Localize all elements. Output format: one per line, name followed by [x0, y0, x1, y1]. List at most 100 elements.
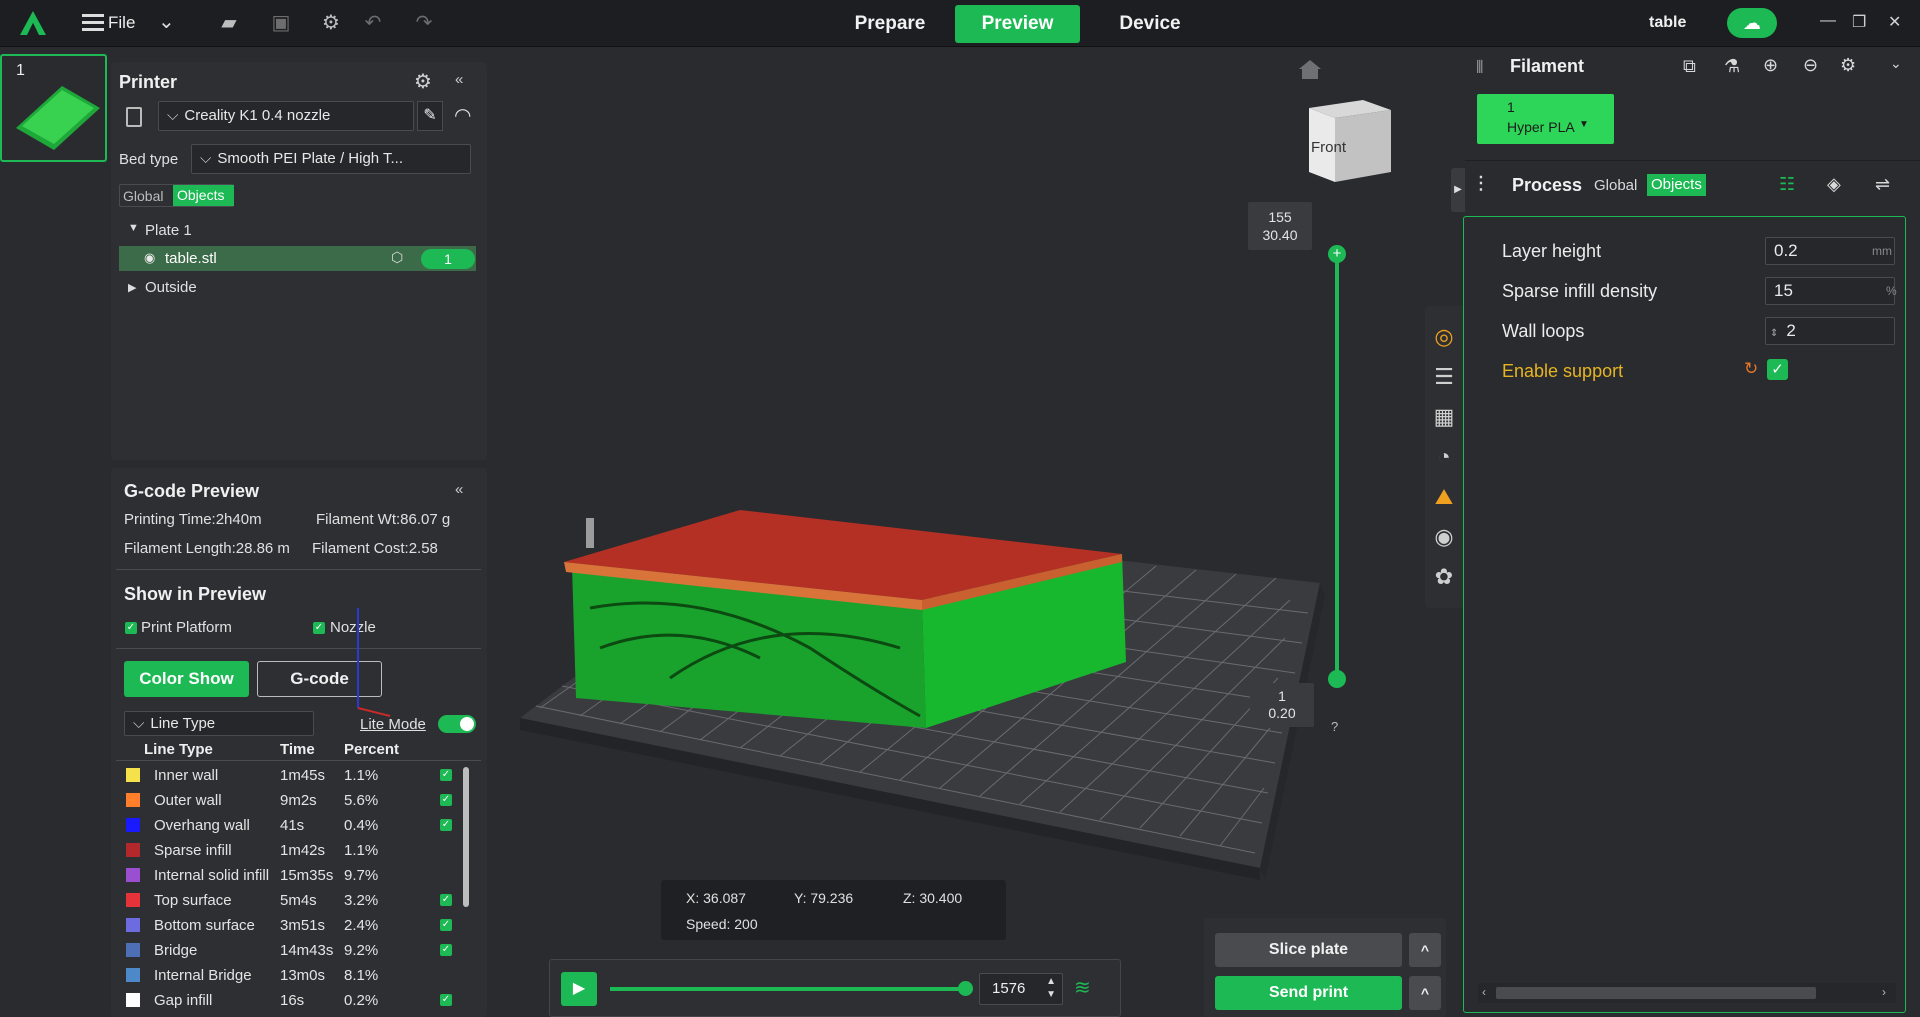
line-type-time: 41s — [280, 817, 305, 834]
undo-icon[interactable]: ↶ — [360, 10, 386, 36]
play-icon[interactable]: ▶ — [561, 972, 597, 1006]
flush-icon[interactable]: ⚗ — [1724, 56, 1740, 77]
color-show-button[interactable]: Color Show — [124, 661, 249, 697]
send-print-button[interactable]: Send print — [1215, 976, 1402, 1010]
line-type-name: Overhang wall — [154, 817, 250, 834]
layer-top-number: 155 — [1268, 209, 1292, 225]
tab-preview[interactable]: Preview — [955, 5, 1080, 43]
plate-node[interactable]: Plate 1 — [145, 222, 192, 239]
remove-filament-icon[interactable]: ⊖ — [1803, 55, 1818, 76]
cloud-upload-icon[interactable]: ☁ — [1727, 8, 1777, 38]
save-icon[interactable]: ▣ — [268, 10, 294, 36]
outside-node[interactable]: Outside — [145, 279, 197, 296]
filament-settings-icon[interactable]: ⚙ — [1840, 55, 1856, 76]
view-type-value: Line Type — [150, 715, 216, 732]
sync-filament-icon[interactable]: ⧉ — [1683, 56, 1696, 77]
view-type-select[interactable]: ⌵ Line Type — [124, 711, 314, 736]
grid-icon[interactable]: ▦ — [1428, 401, 1460, 433]
line-type-time: 16s — [280, 992, 305, 1009]
move-slider-handle[interactable] — [958, 981, 973, 996]
help-icon[interactable]: ? — [1331, 719, 1338, 734]
add-filament-icon[interactable]: ⊕ — [1763, 55, 1778, 76]
line-type-name: Inner wall — [154, 767, 219, 784]
infill-density-input[interactable]: 15% — [1765, 277, 1897, 305]
reset-icon[interactable]: ↻ — [1744, 359, 1758, 379]
support-icon[interactable]: ⛰ — [1428, 481, 1460, 513]
view-cube[interactable]: Front — [1305, 96, 1395, 186]
advanced-icon[interactable]: ⇌ — [1875, 174, 1890, 195]
expand-triangle-icon[interactable]: ▼ — [128, 222, 139, 234]
filament-slot[interactable]: 1 Hyper PLA ▼ — [1477, 94, 1614, 144]
gear-icon[interactable]: ⚙ — [318, 10, 344, 36]
line-type-time: 5m4s — [280, 892, 317, 909]
layers-icon[interactable]: ≋ — [1074, 976, 1096, 1000]
tab-prepare[interactable]: Prepare — [840, 5, 940, 43]
restore-icon[interactable]: ❐ — [1852, 12, 1866, 32]
layer-height-input[interactable]: 0.2 mm — [1765, 237, 1895, 265]
layer-align-icon[interactable]: ☰ — [1428, 361, 1460, 393]
object-name: table.stl — [165, 250, 217, 267]
process-tab-global[interactable]: Global — [1594, 177, 1637, 194]
redo-icon[interactable]: ↷ — [411, 10, 437, 36]
move-slider-track[interactable] — [610, 987, 970, 991]
line-type-time: 13m0s — [280, 967, 326, 984]
file-menu[interactable]: File — [108, 13, 135, 33]
chevron-down-icon[interactable]: ⌄ — [158, 9, 175, 34]
printer-title: Printer — [119, 72, 178, 92]
enable-support-checkbox[interactable]: ✓ — [1767, 359, 1788, 380]
layer-slider-bottom-handle[interactable] — [1328, 670, 1346, 688]
tab-device[interactable]: Device — [1100, 5, 1200, 43]
gcode-preview-title: G-code Preview — [124, 481, 260, 501]
tab-objects[interactable]: Objects — [173, 185, 234, 206]
color-swatch — [126, 968, 140, 982]
scroll-right-icon[interactable]: › — [1882, 985, 1886, 999]
compare-icon[interactable]: ☷ — [1779, 174, 1795, 195]
tab-global[interactable]: Global — [123, 188, 163, 204]
speed-gauge-icon[interactable]: ◔ — [1428, 441, 1460, 473]
eye-icon[interactable]: ◉ — [144, 250, 155, 266]
sidebar-toggle-icon[interactable]: ▶ — [1451, 168, 1465, 212]
wall-loops-spinner-icon[interactable]: ⇕ — [1770, 328, 1778, 339]
coord-y: Y: 79.236 — [794, 890, 854, 906]
target-icon[interactable]: ◉ — [1428, 521, 1460, 553]
hamburger-menu-icon[interactable] — [82, 11, 104, 33]
plate-thumbnail[interactable]: 1 — [0, 54, 107, 162]
minimize-icon[interactable]: — — [1820, 12, 1836, 30]
save-preset-icon[interactable]: ◈ — [1827, 174, 1841, 195]
layer-slider-track[interactable] — [1335, 254, 1339, 679]
scroll-left-icon[interactable]: ‹ — [1482, 985, 1486, 999]
layer-top-height: 30.40 — [1262, 227, 1298, 243]
open-folder-icon[interactable]: ▰ — [216, 10, 242, 36]
others-icon[interactable]: ✿ — [1428, 561, 1460, 593]
layer-slider-top-handle[interactable]: + — [1328, 245, 1346, 263]
home-icon[interactable] — [1298, 58, 1322, 80]
filament-collapse-icon[interactable]: ⌄ — [1890, 55, 1902, 72]
move-step-input[interactable]: 1576 ▲ ▼ — [979, 973, 1063, 1005]
send-options-button[interactable]: ^ — [1409, 976, 1441, 1010]
color-swatch — [126, 943, 140, 957]
show-in-preview-title: Show in Preview — [124, 584, 267, 604]
viewport-3d[interactable]: 01 — [340, 48, 1460, 1017]
global-quality-icon[interactable]: ◎ — [1428, 321, 1460, 353]
close-icon[interactable]: ✕ — [1888, 12, 1901, 32]
process-tab-objects[interactable]: Objects — [1647, 174, 1706, 196]
enable-support-label: Enable support — [1502, 361, 1624, 381]
line-type-time: 14m43s — [280, 942, 334, 959]
project-name: table — [1649, 14, 1687, 31]
layer-top-label: 155 30.40 — [1248, 202, 1312, 250]
print-platform-label: Print Platform — [141, 619, 232, 636]
line-type-name: Outer wall — [154, 792, 222, 809]
wall-loops-input[interactable]: ⇕ 2 — [1765, 317, 1895, 345]
spinner-icon[interactable]: ▲ ▼ — [1046, 975, 1056, 1001]
print-platform-checkbox[interactable]: ✓ — [125, 619, 137, 637]
horizontal-scrollbar[interactable]: ‹ › — [1478, 983, 1896, 1003]
slice-options-button[interactable]: ^ — [1409, 933, 1441, 967]
filament-dropdown-icon[interactable]: ▼ — [1579, 119, 1589, 130]
filament-title: Filament — [1510, 56, 1585, 76]
line-type-name: Gap infill — [154, 992, 213, 1009]
scroll-thumb[interactable] — [1496, 987, 1816, 999]
nozzle-checkbox[interactable]: ✓ — [313, 619, 325, 637]
slice-plate-button[interactable]: Slice plate — [1215, 933, 1402, 967]
line-type-time: 9m2s — [280, 792, 317, 809]
collapse-triangle-icon[interactable]: ▶ — [128, 281, 136, 294]
